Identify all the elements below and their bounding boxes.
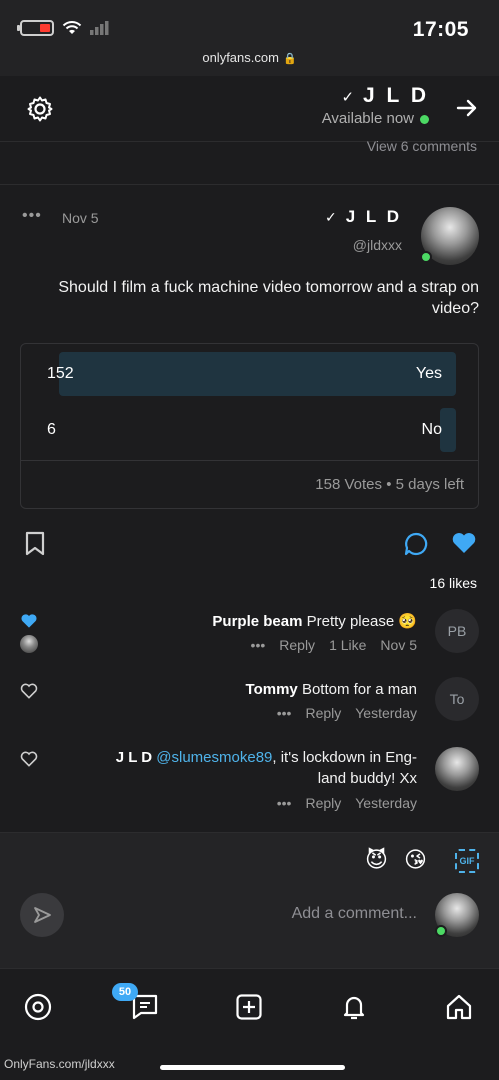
poll-bar-fill (440, 408, 456, 452)
online-dot (420, 114, 429, 124)
comment-bubble-icon (404, 532, 428, 556)
comment-meta: ••• Reply Yesterday (263, 795, 417, 811)
poll: Yes 152 No 6 158 Votes • 5 days left (20, 343, 479, 509)
bookmark-button[interactable] (24, 531, 46, 557)
poll-option-yes[interactable]: Yes 152 (43, 352, 456, 396)
comment-like-button[interactable] (20, 751, 38, 767)
home-icon (446, 994, 472, 1020)
post: ✓ J L D @jldxxx Nov 5 ••• Should I film a… (0, 184, 499, 832)
presence-status: Available now (322, 110, 429, 127)
comment-author[interactable]: Purple beam (212, 613, 302, 630)
heart-filled-icon (452, 533, 476, 553)
comment-more-button[interactable]: ••• (277, 705, 292, 721)
comment-author[interactable]: J L D (116, 749, 152, 766)
plus-square-icon (236, 994, 262, 1020)
wifi-icon (62, 21, 82, 34)
comment-text: Purple beam Pretty please 🥺 (212, 613, 417, 630)
comment-button[interactable] (403, 531, 429, 557)
tab-notifications[interactable] (336, 989, 372, 1025)
comment-avatar[interactable] (435, 747, 479, 791)
chat-title-block[interactable]: ✓ J L D Available now (322, 84, 429, 127)
chat-title: ✓ J L D (341, 84, 429, 107)
post-text: Should I film a fuck machine video tomor… (58, 279, 479, 317)
status-bar: 17:05 onlyfans.com 🔒 (0, 0, 499, 76)
address-bar[interactable]: onlyfans.com 🔒 (0, 50, 499, 65)
poll-option-count: 6 (47, 421, 56, 438)
comment-input[interactable]: Add a comment... (292, 905, 417, 923)
battery-icon (17, 20, 54, 36)
comment-more-button[interactable]: ••• (251, 637, 266, 653)
mention-link[interactable]: @slumesmoke89 (156, 749, 272, 766)
reply-button[interactable]: Reply (279, 637, 315, 653)
creator-liked-avatar (20, 635, 38, 653)
likes-count[interactable]: 16 likes (430, 575, 477, 591)
arrow-right-icon (456, 99, 477, 117)
lock-icon: 🔒 (282, 53, 297, 65)
back-button[interactable] (455, 96, 479, 120)
bookmark-icon (25, 531, 45, 556)
reply-button[interactable]: Reply (305, 705, 341, 721)
poll-option-count: 152 (47, 365, 74, 382)
like-button[interactable] (451, 531, 477, 555)
comment-text: J L D @slumesmoke89, it's lockdown in En… (115, 749, 417, 787)
comment-text: Tommy Bottom for a man (245, 681, 417, 698)
bell-icon (343, 996, 365, 1020)
comment-author[interactable]: Tommy (246, 681, 298, 698)
view-comments-link[interactable]: View 6 comments (367, 138, 477, 154)
gif-button[interactable]: GIF (455, 849, 479, 873)
signal-icon (90, 21, 109, 35)
tab-profile[interactable] (20, 989, 56, 1025)
online-dot (420, 251, 432, 263)
comment-date: Nov 5 (380, 637, 417, 653)
emoji-kiss-button[interactable]: 😘 (404, 847, 427, 873)
post-author-handle[interactable]: @jldxxx (353, 237, 402, 253)
heart-outline-icon (20, 751, 38, 767)
comment-date: Yesterday (355, 705, 417, 721)
status-icons (17, 20, 110, 36)
tab-new-post[interactable] (231, 989, 267, 1025)
verified-icon: ✓ (341, 89, 358, 106)
footer-url: OnlyFans.com/jldxxx (4, 1057, 115, 1071)
gear-icon (27, 96, 53, 122)
poll-meta: 158 Votes • 5 days left (315, 476, 464, 493)
comment-meta: ••• Reply Yesterday (263, 705, 417, 721)
tab-home[interactable] (441, 989, 477, 1025)
post-more-button[interactable]: ••• (22, 207, 42, 225)
poll-bar-fill (58, 352, 456, 396)
unread-badge: 50 (112, 983, 138, 1001)
online-dot (435, 925, 447, 937)
settings-button[interactable] (26, 95, 54, 123)
chat-header: ✓ J L D Available now (0, 76, 499, 142)
comment-likes[interactable]: 1 Like (329, 637, 366, 653)
heart-outline-icon (20, 683, 38, 699)
tab-bar: 50 OnlyFans.com/jldxxx (0, 968, 499, 1080)
post-author-name[interactable]: ✓ J L D (325, 207, 402, 227)
profile-icon (24, 993, 52, 1021)
send-icon (34, 907, 51, 923)
verified-icon: ✓ (325, 209, 340, 225)
comment-date: Yesterday (355, 795, 417, 811)
divider (21, 460, 478, 461)
comment-like-button[interactable] (20, 683, 38, 699)
url-text: onlyfans.com (202, 50, 279, 65)
home-indicator[interactable] (160, 1065, 345, 1070)
comment-avatar[interactable]: To (435, 677, 479, 721)
comment-more-button[interactable]: ••• (277, 795, 292, 811)
post-date: Nov 5 (62, 210, 99, 226)
comment-composer: GIF 😘 😈 Add a comment... (0, 832, 499, 968)
emoji-devil-button[interactable]: 😈 (365, 847, 388, 873)
poll-option-no[interactable]: No 6 (43, 408, 456, 452)
reply-button[interactable]: Reply (305, 795, 341, 811)
comment-like-button[interactable] (20, 613, 38, 629)
comment-avatar[interactable]: PB (435, 609, 479, 653)
heart-filled-icon (21, 614, 37, 628)
comment-meta: ••• Reply 1 Like Nov 5 (237, 637, 417, 653)
post-actions (0, 531, 499, 561)
clock: 17:05 (412, 18, 469, 41)
send-button[interactable] (20, 893, 64, 937)
poll-option-label: Yes (415, 365, 442, 382)
poll-option-label: No (421, 421, 442, 438)
